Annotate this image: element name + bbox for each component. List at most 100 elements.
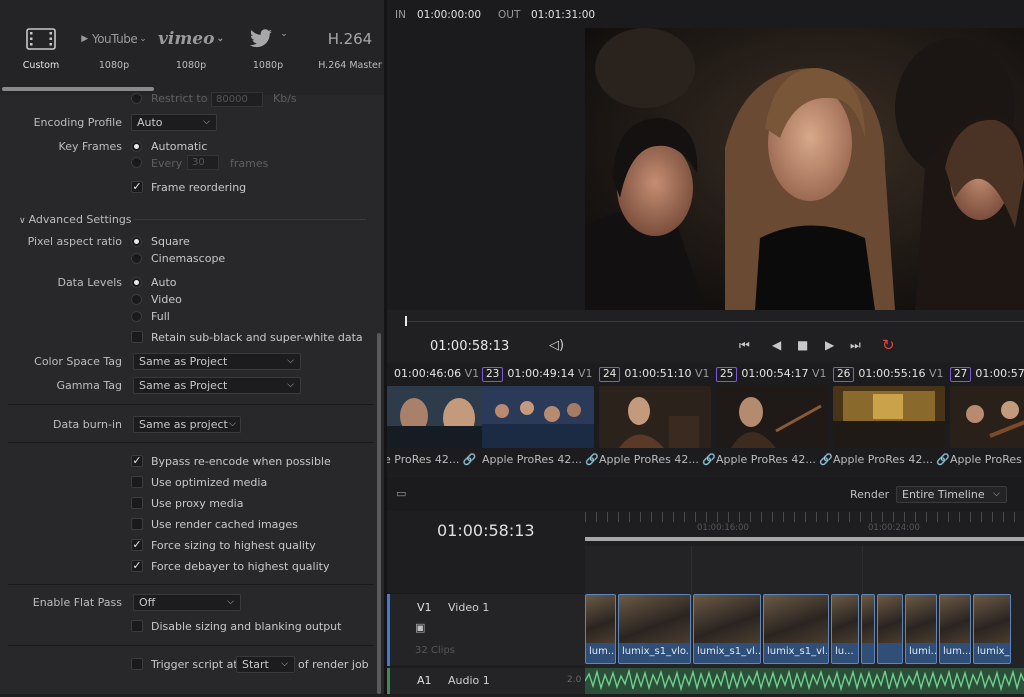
clip-thumb-image xyxy=(974,595,1010,643)
timeline-video-clip[interactable]: lumix_... xyxy=(973,594,1011,664)
clip-thumb-image xyxy=(862,595,874,643)
disable-sizing-checkbox[interactable] xyxy=(131,620,143,632)
clip-caption: Apple ProRes 42... 🔗 xyxy=(833,453,953,466)
timeline-video-clip[interactable]: lumix_s1_vl... xyxy=(763,594,829,664)
render-cached-label: Use render cached images xyxy=(151,518,298,531)
optimized-checkbox[interactable] xyxy=(131,476,143,488)
restrict-value-field[interactable]: 80000 xyxy=(211,92,263,107)
flat-pass-dropdown[interactable]: Off ⌵ xyxy=(133,594,241,611)
clip-name: lumix_s1_vl... xyxy=(767,646,829,657)
a1-track-name[interactable]: Audio 1 xyxy=(448,674,490,687)
clip-thumb-image xyxy=(387,386,496,448)
link-icon: 🔗 xyxy=(819,453,834,466)
trigger-script-dropdown[interactable]: Start ⌵ xyxy=(236,656,295,673)
timeline-timecode-area: 01:00:58:13 xyxy=(387,512,585,546)
preset-twitter[interactable]: ⌄ 1080p xyxy=(230,22,306,71)
timeline-video-clip[interactable]: lu... xyxy=(831,594,859,664)
data-levels-full-radio[interactable] xyxy=(131,311,142,322)
clip-thumb-image xyxy=(619,595,690,643)
clip-thumbnail[interactable]: 2701:00:57:1 Apple ProRes 4 xyxy=(950,364,1024,474)
viewer-scrubber[interactable] xyxy=(387,310,1024,336)
retain-subblack-checkbox[interactable] xyxy=(131,331,143,343)
current-timecode[interactable]: 01:00:58:13 xyxy=(430,339,509,354)
chevron-down-icon: ⌵ xyxy=(287,356,294,366)
in-timecode[interactable]: 01:00:00:00 xyxy=(417,9,481,21)
force-debayer-checkbox[interactable]: ✓ xyxy=(131,560,143,572)
render-settings-panel: Custom ▶ YouTube ⌄ 1080p vimeo ⌄ 1080p ⌄ 1… xyxy=(0,0,384,694)
timeline-video-clip[interactable] xyxy=(877,594,903,664)
video-track-icon[interactable]: ▣ xyxy=(415,621,425,634)
timeline-tracks[interactable]: lum... lumix_s1_vlo... lumix_s1_vl... lumix… xyxy=(584,546,1024,694)
section-divider xyxy=(134,219,366,220)
preset-label: 1080p xyxy=(98,60,130,71)
restrict-radio[interactable] xyxy=(131,93,142,104)
restrict-label: Restrict to xyxy=(151,92,208,105)
render-presets-bar: Custom ▶ YouTube ⌄ 1080p vimeo ⌄ 1080p ⌄ 1… xyxy=(0,0,384,95)
clip-caption: Apple ProRes 4 xyxy=(950,453,1024,466)
pixel-cinemascope-label: Cinemascope xyxy=(151,252,226,265)
force-debayer-label: Force debayer to highest quality xyxy=(151,560,330,573)
data-levels-video-radio[interactable] xyxy=(131,294,142,305)
clip-timecode: 01:00:54:17 xyxy=(741,367,809,380)
scrub-playhead[interactable] xyxy=(405,316,407,326)
play-icon[interactable]: ▶ xyxy=(825,338,834,352)
render-range-dropdown[interactable]: Entire Timeline ⌵ xyxy=(896,486,1007,503)
preset-youtube[interactable]: ▶ YouTube ⌄ 1080p xyxy=(76,22,152,71)
render-range-bar[interactable] xyxy=(585,537,1024,541)
audio-track-clips[interactable] xyxy=(584,668,1024,694)
key-frames-label: Key Frames xyxy=(58,140,122,153)
audio-track-header[interactable]: A1 Audio 1 2.0 xyxy=(387,668,585,694)
trigger-script-label: Trigger script at xyxy=(151,658,238,671)
timeline-video-clip[interactable]: lum... xyxy=(585,594,616,664)
key-frames-every-field[interactable]: 30 xyxy=(187,155,219,170)
encoding-profile-dropdown[interactable]: Auto ⌵ xyxy=(131,114,217,131)
timeline-ruler[interactable]: 01:00:16:00 01:00:24:00 xyxy=(585,512,1024,546)
frame-reordering-checkbox[interactable]: ✓ xyxy=(131,181,143,193)
youtube-logo-text: YouTube xyxy=(91,32,138,46)
link-icon: 🔗 xyxy=(462,453,477,466)
jump-to-start-icon[interactable]: ⏮ xyxy=(739,338,750,353)
timeline-video-clip[interactable]: lumi... xyxy=(905,594,937,664)
key-frames-every-radio[interactable] xyxy=(131,157,142,168)
render-cached-checkbox[interactable] xyxy=(131,518,143,530)
play-reverse-icon[interactable]: ◀ xyxy=(772,338,781,352)
v1-track-name[interactable]: Video 1 xyxy=(448,601,489,614)
pixel-square-radio[interactable] xyxy=(131,236,142,247)
burnin-dropdown[interactable]: Same as project ⌵ xyxy=(133,416,241,433)
gamma-label: Gamma Tag xyxy=(56,379,122,392)
preset-custom[interactable]: Custom xyxy=(3,22,79,71)
clip-name: lumi... xyxy=(909,646,937,657)
timeline-video-clip[interactable]: lumix_s1_vlo... xyxy=(618,594,691,664)
timeline-video-clip[interactable]: lum... xyxy=(939,594,971,664)
settings-scrollbar[interactable] xyxy=(377,333,381,694)
preset-h264[interactable]: H.264 H.264 Master xyxy=(312,22,384,71)
clip-thumbnail[interactable]: 23 01:00:49:14 V1 Apple ProRes 42... 🔗 xyxy=(482,364,599,474)
bypass-label: Bypass re-encode when possible xyxy=(151,455,331,468)
presets-scrollbar[interactable] xyxy=(2,87,154,91)
out-timecode[interactable]: 01:01:31:00 xyxy=(531,9,595,21)
gamma-dropdown[interactable]: Same as Project ⌵ xyxy=(133,377,301,394)
trigger-script-checkbox[interactable] xyxy=(131,658,143,670)
stop-icon[interactable]: ■ xyxy=(797,338,808,352)
color-space-dropdown[interactable]: Same as Project ⌵ xyxy=(133,353,301,370)
timeline-layout-icon[interactable]: ▭ xyxy=(396,487,406,500)
preset-vimeo[interactable]: vimeo ⌄ 1080p xyxy=(153,22,229,71)
clip-timecode: 01:00:49:14 xyxy=(507,367,575,380)
speaker-icon[interactable]: ◁) xyxy=(549,338,564,353)
advanced-settings-header[interactable]: ∨ Advanced Settings xyxy=(19,213,132,226)
timeline-video-clip[interactable] xyxy=(861,594,875,664)
clip-thumbnail[interactable]: 26 01:00:55:16 V1 Apple ProRes 42... 🔗 xyxy=(833,364,950,474)
bypass-checkbox[interactable]: ✓ xyxy=(131,455,143,467)
force-sizing-checkbox[interactable]: ✓ xyxy=(131,539,143,551)
timeline-timecode[interactable]: 01:00:58:13 xyxy=(437,521,535,540)
loop-icon[interactable]: ↻ xyxy=(882,336,895,354)
proxy-checkbox[interactable] xyxy=(131,497,143,509)
video-track-header[interactable]: V1 Video 1 ▣ 32 Clips xyxy=(387,593,585,666)
key-frames-automatic-radio[interactable] xyxy=(131,141,142,152)
pixel-cinemascope-radio[interactable] xyxy=(131,253,142,264)
clip-thumbnail[interactable]: 24 01:00:51:10 V1 Apple ProRes 42... 🔗 xyxy=(599,364,716,474)
jump-to-end-icon[interactable]: ⏭ xyxy=(850,338,861,353)
clip-thumbnail[interactable]: 25 01:00:54:17 V1 Apple ProRes 42... 🔗 xyxy=(716,364,834,474)
data-levels-auto-radio[interactable] xyxy=(131,277,142,288)
timeline-video-clip[interactable]: lumix_s1_vl... xyxy=(693,594,761,664)
